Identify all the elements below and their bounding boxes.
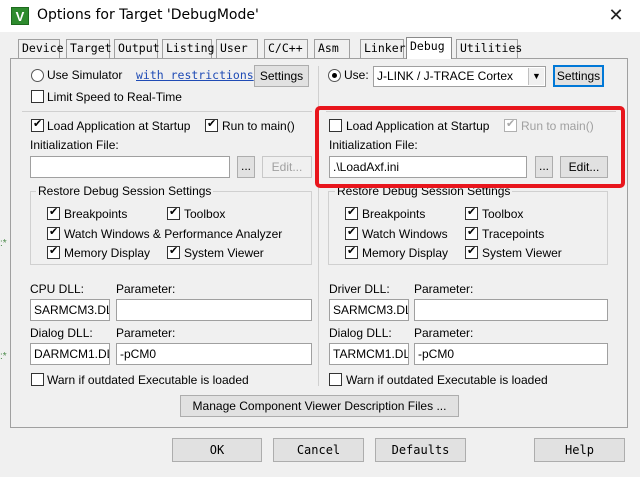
use-simulator-radio[interactable] — [31, 69, 44, 82]
tab-target[interactable]: Target — [66, 39, 112, 58]
left-dialog-param-label: Parameter: — [116, 326, 176, 340]
left-dialog-param-input[interactable]: -pCM0 — [116, 343, 312, 365]
left-memory-checkbox[interactable] — [47, 244, 60, 259]
tab-device[interactable]: Device — [18, 39, 64, 58]
tab-utilities[interactable]: Utilities — [456, 39, 522, 58]
left-dialog-dll-input[interactable]: DARMCM1.DLL — [30, 343, 110, 365]
driver-select[interactable]: J-LINK / J-TRACE Cortex — [373, 66, 546, 87]
right-dialog-dll-input[interactable]: TARMCM1.DLL — [329, 343, 409, 365]
left-run-to-main-label: Run to main() — [222, 119, 295, 133]
left-warn-checkbox[interactable] — [31, 373, 44, 386]
left-restore-title: Restore Debug Session Settings — [36, 184, 214, 198]
right-memory-checkbox[interactable] — [345, 244, 358, 259]
left-system-viewer-label: System Viewer — [184, 246, 264, 260]
left-breakpoints-label: Breakpoints — [64, 207, 128, 221]
left-toolbox-checkbox[interactable] — [167, 205, 180, 220]
app-icon: V — [11, 7, 29, 25]
right-toolbox-label: Toolbox — [482, 207, 524, 221]
tab-asm[interactable]: Asm — [314, 39, 350, 58]
chevron-down-icon[interactable]: ▼ — [528, 68, 544, 85]
manage-component-viewer-button[interactable]: Manage Component Viewer Description File… — [180, 395, 459, 417]
left-load-app-checkbox[interactable] — [31, 117, 44, 132]
restrictions-link[interactable]: with restrictions — [136, 68, 254, 82]
driver-dll-label: Driver DLL: — [329, 282, 390, 296]
tab-debug[interactable]: Debug — [406, 37, 452, 59]
driver-dll-param-label: Parameter: — [414, 282, 474, 296]
right-warn-checkbox[interactable] — [329, 373, 342, 386]
right-dialog-param-input[interactable]: -pCM0 — [414, 343, 608, 365]
right-warn-label: Warn if outdated Executable is loaded — [346, 373, 548, 387]
limit-speed-label: Limit Speed to Real-Time — [47, 90, 182, 104]
right-breakpoints-checkbox[interactable] — [345, 205, 358, 220]
right-memory-label: Memory Display — [362, 246, 449, 260]
left-system-viewer-checkbox[interactable] — [167, 244, 180, 259]
right-dialog-dll-label: Dialog DLL: — [329, 326, 392, 340]
left-load-app-label: Load Application at Startup — [47, 119, 191, 133]
left-browse-button[interactable]: ... — [237, 156, 255, 178]
right-dialog-param-label: Parameter: — [414, 326, 474, 340]
left-init-file-input[interactable] — [30, 156, 230, 178]
right-system-viewer-checkbox[interactable] — [465, 244, 478, 259]
bottom-edge — [0, 464, 640, 477]
use-simulator-label: Use Simulator — [47, 68, 123, 82]
tab-linker[interactable]: Linker — [360, 39, 406, 58]
left-init-file-label: Initialization File: — [30, 138, 119, 152]
right-watch-checkbox[interactable] — [345, 225, 358, 240]
driver-dll-input[interactable]: SARMCM3.DLL — [329, 299, 409, 321]
limit-speed-checkbox[interactable] — [31, 90, 44, 103]
right-watch-label: Watch Windows — [362, 227, 448, 241]
right-tracepoints-checkbox[interactable] — [465, 225, 478, 240]
right-system-viewer-label: System Viewer — [482, 246, 562, 260]
left-toolbox-label: Toolbox — [184, 207, 226, 221]
cpu-dll-input[interactable]: SARMCM3.DLL — [30, 299, 110, 321]
tab-output[interactable]: Output — [114, 39, 160, 58]
driver-dll-param-input[interactable] — [414, 299, 608, 321]
left-warn-label: Warn if outdated Executable is loaded — [47, 373, 249, 387]
highlight-annotation — [315, 106, 625, 188]
left-edit-button[interactable]: Edit... — [262, 156, 312, 178]
right-toolbox-checkbox[interactable] — [465, 205, 478, 220]
tab-user[interactable]: User — [216, 39, 258, 58]
cpu-dll-param-input[interactable] — [116, 299, 312, 321]
cancel-button[interactable]: Cancel — [273, 438, 364, 462]
defaults-button[interactable]: Defaults — [375, 438, 466, 462]
left-dialog-dll-label: Dialog DLL: — [30, 326, 93, 340]
use-driver-label: Use: — [344, 68, 369, 82]
ok-button[interactable]: OK — [172, 438, 262, 462]
tab-listing[interactable]: Listing — [162, 39, 214, 58]
driver-settings-button[interactable]: Settings — [553, 65, 604, 87]
close-icon[interactable]: ✕ — [604, 3, 628, 27]
left-run-to-main-checkbox[interactable] — [205, 117, 218, 132]
left-divider — [22, 111, 312, 112]
left-breakpoints-checkbox[interactable] — [47, 205, 60, 220]
right-breakpoints-label: Breakpoints — [362, 207, 426, 221]
help-button[interactable]: Help — [534, 438, 625, 462]
window-title: Options for Target 'DebugMode' — [37, 7, 259, 23]
right-tracepoints-label: Tracepoints — [482, 227, 545, 241]
use-driver-radio[interactable] — [328, 69, 341, 82]
cpu-dll-label: CPU DLL: — [30, 282, 85, 296]
left-watch-checkbox[interactable] — [47, 225, 60, 240]
simulator-settings-button[interactable]: Settings — [254, 65, 309, 87]
tab-cc[interactable]: C/C++ — [264, 39, 308, 58]
left-memory-label: Memory Display — [64, 246, 151, 260]
cpu-dll-param-label: Parameter: — [116, 282, 176, 296]
left-watch-label: Watch Windows & Performance Analyzer — [64, 227, 283, 241]
